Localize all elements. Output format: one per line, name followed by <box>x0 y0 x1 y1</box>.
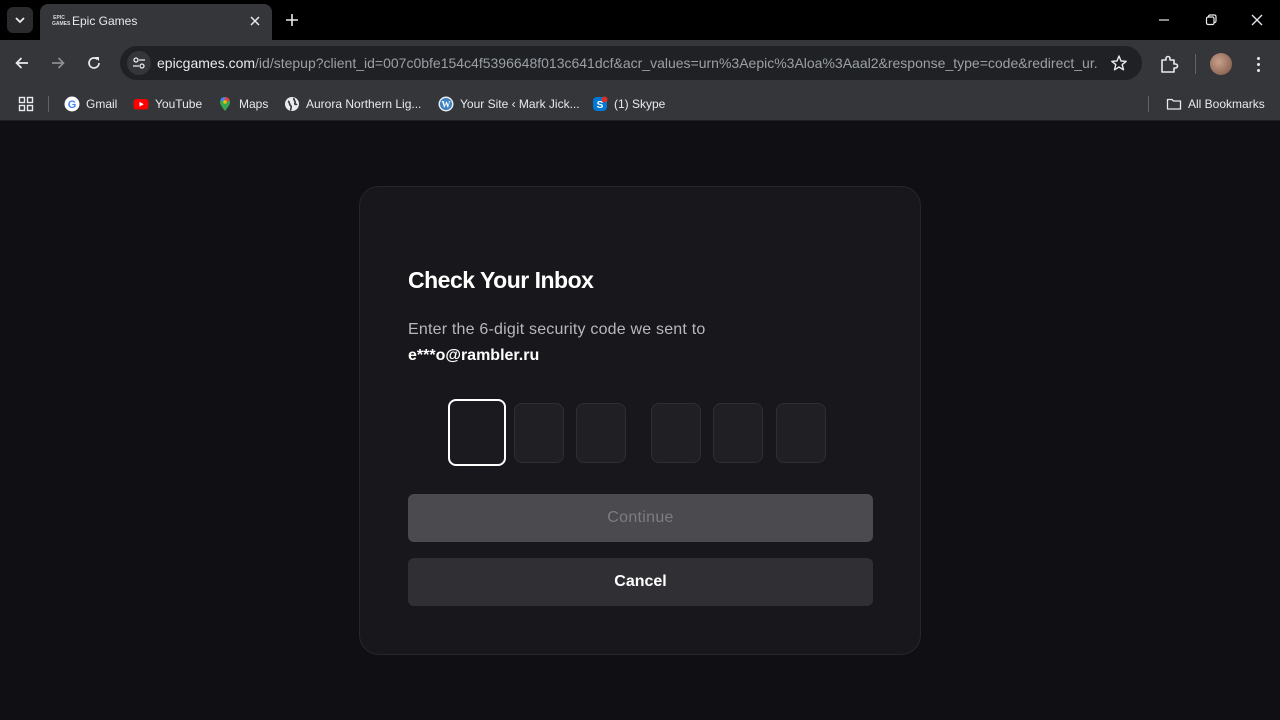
chevron-down-icon <box>15 17 25 24</box>
url-text[interactable]: epicgames.com/id/stepup?client_id=007c0b… <box>157 55 1097 71</box>
all-bookmarks-label: All Bookmarks <box>1188 97 1265 111</box>
bookmark-gmail[interactable]: G Gmail <box>64 92 117 116</box>
url-host: epicgames.com <box>157 55 256 71</box>
minimize-button[interactable] <box>1141 0 1187 40</box>
cancel-button[interactable]: Cancel <box>408 558 873 606</box>
tab-search-button[interactable] <box>7 7 33 33</box>
tab-strip: EPIC GAMES Epic Games <box>0 0 1280 40</box>
tab-title: Epic Games <box>72 14 138 28</box>
close-window-button[interactable] <box>1234 0 1280 40</box>
url-path: /id/stepup?client_id=007c0bfe154c4f53966… <box>255 55 1097 71</box>
tab-close-button[interactable] <box>246 12 264 30</box>
google-icon: G <box>64 96 80 112</box>
code-digit-6[interactable] <box>776 403 826 463</box>
apps-button[interactable] <box>18 92 34 116</box>
skype-icon: S <box>592 96 608 112</box>
bookmarks-bar: G Gmail YouTube Maps Aurora Northern Lig… <box>0 86 1280 121</box>
apps-grid-icon <box>18 96 34 112</box>
back-button[interactable] <box>10 51 34 75</box>
instruction-text: Enter the 6-digit security code we sent … <box>408 321 706 338</box>
code-digit-1[interactable] <box>448 399 506 466</box>
bookmark-skype[interactable]: S (1) Skype <box>592 92 665 116</box>
code-digit-2[interactable] <box>514 403 564 463</box>
svg-text:W: W <box>442 99 451 109</box>
reload-button[interactable] <box>82 51 106 75</box>
bookmarks-divider <box>1148 96 1149 112</box>
close-icon <box>250 16 260 26</box>
close-icon <box>1251 14 1263 26</box>
wordpress-icon: W <box>438 96 454 112</box>
plus-icon <box>286 14 298 26</box>
restore-button[interactable] <box>1188 0 1234 40</box>
arrow-left-icon <box>15 57 28 69</box>
new-tab-button[interactable] <box>282 10 302 30</box>
page-content: Check Your Inbox Enter the 6-digit secur… <box>0 121 1280 720</box>
bookmarks-divider <box>48 96 49 112</box>
bookmark-star-button[interactable] <box>1110 54 1128 72</box>
bookmark-label: Maps <box>239 97 269 111</box>
folder-icon <box>1166 96 1182 112</box>
toolbar-divider <box>1195 54 1196 74</box>
bookmark-youtube[interactable]: YouTube <box>133 92 202 116</box>
bookmark-label: Your Site ‹ Mark Jick... <box>460 97 580 111</box>
code-digit-4[interactable] <box>651 403 701 463</box>
globe-icon <box>284 96 300 112</box>
masked-email: e***o@rambler.ru <box>408 347 540 364</box>
tab-epic-games[interactable]: EPIC GAMES Epic Games <box>40 4 272 40</box>
address-bar[interactable]: epicgames.com/id/stepup?client_id=007c0b… <box>120 46 1142 80</box>
puzzle-icon <box>1161 55 1179 73</box>
browser-menu-button[interactable] <box>1248 53 1268 75</box>
code-digit-3[interactable] <box>576 403 626 463</box>
arrow-right-icon <box>52 57 65 69</box>
bookmark-label: YouTube <box>155 97 203 111</box>
youtube-icon <box>133 96 149 112</box>
bookmark-your-site[interactable]: W Your Site ‹ Mark Jick... <box>438 92 580 116</box>
forward-button[interactable] <box>46 51 70 75</box>
extensions-button[interactable] <box>1158 53 1180 75</box>
bookmark-label: Aurora Northern Lig... <box>306 97 422 111</box>
bookmark-label: (1) Skype <box>614 97 666 111</box>
minimize-icon <box>1159 19 1169 21</box>
restore-icon <box>1205 14 1217 26</box>
maps-icon <box>217 96 233 112</box>
svg-text:G: G <box>68 99 77 111</box>
page-title: Check Your Inbox <box>408 267 594 293</box>
code-digit-5[interactable] <box>713 403 763 463</box>
bookmark-aurora[interactable]: Aurora Northern Lig... <box>284 92 421 116</box>
continue-button[interactable]: Continue <box>408 494 873 542</box>
profile-avatar[interactable] <box>1210 53 1232 75</box>
bookmark-label: Gmail <box>86 97 118 111</box>
browser-toolbar: epicgames.com/id/stepup?client_id=007c0b… <box>0 40 1280 86</box>
epic-games-logo-icon: EPIC GAMES <box>52 15 71 27</box>
reload-icon <box>88 57 100 69</box>
bookmark-maps[interactable]: Maps <box>217 92 268 116</box>
tune-icon <box>133 57 145 69</box>
verification-card: Check Your Inbox Enter the 6-digit secur… <box>359 186 921 655</box>
all-bookmarks-button[interactable]: All Bookmarks <box>1166 92 1265 116</box>
star-icon <box>1111 55 1127 71</box>
site-info-button[interactable] <box>127 51 151 75</box>
